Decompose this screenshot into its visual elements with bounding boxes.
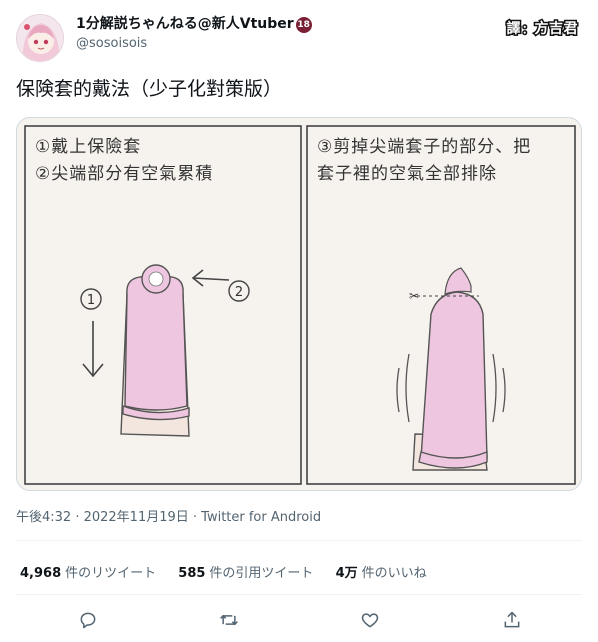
reply-button[interactable] <box>72 604 104 636</box>
avatar-illustration <box>17 15 63 61</box>
reply-icon <box>80 612 96 629</box>
quote-stat[interactable]: 585 件の引用ツイート <box>178 566 313 581</box>
quote-count: 585 <box>178 566 206 581</box>
svg-text:2: 2 <box>235 285 243 300</box>
tweet-header: 1分解説ちゃんねる@新人Vtuber 18 @sosoisois 譯：方吉君 <box>16 12 582 64</box>
action-bar <box>0 604 598 636</box>
retweet-count: 4,968 <box>20 566 62 581</box>
heart-icon <box>361 613 379 628</box>
condom-left <box>124 276 188 411</box>
like-label: 件のいいね <box>361 566 427 581</box>
left-panel-line1: ①戴上保險套 <box>35 137 142 157</box>
tweet-timestamp[interactable]: 午後4:32 · 2022年11月19日 · Twitter for Andro… <box>16 506 321 525</box>
tweet-image[interactable]: 1 2 ✂ ①戴上保險套 ②尖端部分有空氣累積 ③剪掉尖端套子的部分、把 套子裡… <box>16 117 582 491</box>
retweet-button[interactable] <box>213 604 245 636</box>
tweet-text: 保険套的戴法（少子化對策版） <box>16 78 283 100</box>
like-button[interactable] <box>354 604 386 636</box>
display-name[interactable]: 1分解説ちゃんねる@新人Vtuber 18 <box>76 14 312 34</box>
quote-label: 件の引用ツイート <box>209 566 314 581</box>
avatar[interactable] <box>16 14 64 62</box>
divider-top <box>16 540 582 541</box>
retweet-label: 件のリツイート <box>65 566 157 581</box>
watermark-right: 方吉君 <box>533 20 579 39</box>
watermark-left: 譯 <box>505 20 522 39</box>
left-panel-caption: ①戴上保險套 ②尖端部分有空氣累積 <box>35 134 213 188</box>
right-panel-caption: ③剪掉尖端套子的部分、把 套子裡的空氣全部排除 <box>317 134 531 188</box>
like-count: 4万 <box>335 566 358 581</box>
display-name-text[interactable]: 1分解説ちゃんねる@新人Vtuber <box>76 16 294 32</box>
user-names: 1分解説ちゃんねる@新人Vtuber 18 @sosoisois <box>76 14 312 54</box>
share-icon <box>504 611 520 628</box>
like-stat[interactable]: 4万 件のいいね <box>336 566 427 581</box>
user-handle[interactable]: @sosoisois <box>76 34 312 54</box>
right-panel-line2: 套子裡的空氣全部排除 <box>317 164 497 184</box>
retweet-icon <box>220 614 238 626</box>
share-button[interactable] <box>496 604 528 636</box>
scissors-icon: ✂ <box>409 289 419 303</box>
retweet-stat[interactable]: 4,968 件のリツイート <box>20 566 156 581</box>
condom-right <box>420 291 488 464</box>
right-panel-line1: ③剪掉尖端套子的部分、把 <box>317 137 532 157</box>
svg-text:1: 1 <box>87 293 95 308</box>
tweet-stats: 4,968 件のリツイート 585 件の引用ツイート 4万 件のいいね <box>20 562 445 581</box>
translator-watermark: 譯：方吉君 <box>505 18 579 39</box>
age-badge-icon: 18 <box>295 17 312 33</box>
divider-bottom <box>16 594 582 595</box>
watermark-separator: ： <box>521 22 535 38</box>
left-panel-line2: ②尖端部分有空氣累積 <box>35 164 214 184</box>
